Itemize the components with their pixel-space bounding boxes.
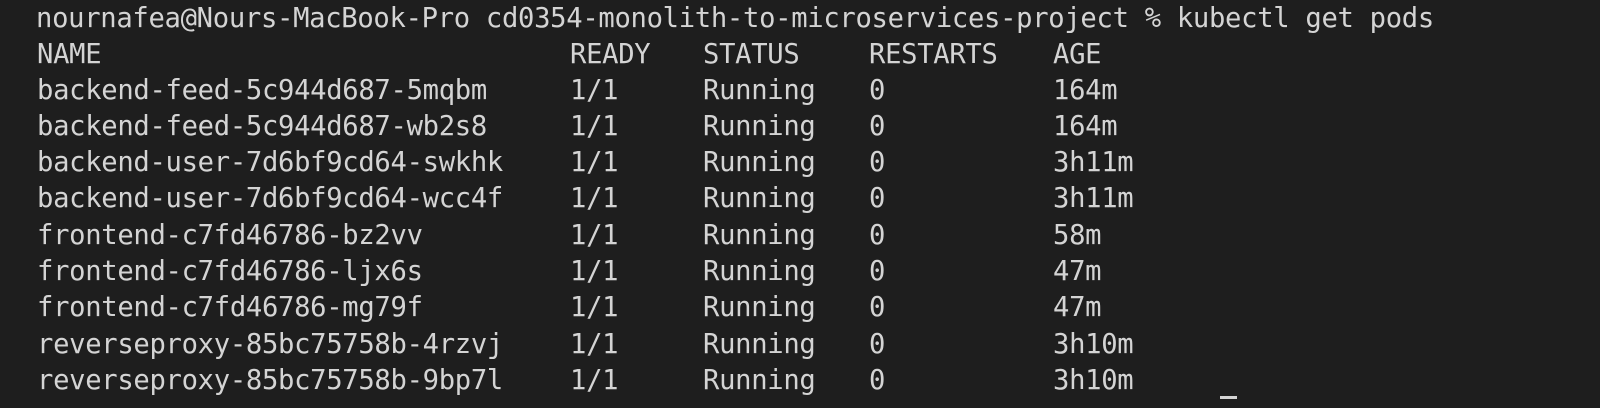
- command-prompt-line: nournafea@Nours-MacBook-Pro cd0354-monol…: [36, 3, 1434, 34]
- pod-restarts: 0: [869, 365, 886, 396]
- pod-restarts: 0: [869, 183, 886, 214]
- header-ready: READY: [570, 39, 651, 70]
- pod-name: frontend-c7fd46786-mg79f: [37, 292, 423, 323]
- pod-restarts: 0: [869, 75, 886, 106]
- pod-status: Running: [703, 111, 816, 142]
- table-row: backend-user-7d6bf9cd64-wcc4f 1/1 Runnin…: [0, 181, 1600, 217]
- pod-status: Running: [703, 292, 816, 323]
- pod-age: 58m: [1053, 220, 1102, 251]
- table-row: frontend-c7fd46786-mg79f 1/1 Running 0 4…: [0, 290, 1600, 326]
- pod-name: backend-feed-5c944d687-wb2s8: [37, 111, 487, 142]
- pod-name: reverseproxy-85bc75758b-9bp7l: [37, 365, 503, 396]
- pod-status: Running: [703, 256, 816, 287]
- pod-ready: 1/1: [570, 147, 619, 178]
- pod-name: backend-user-7d6bf9cd64-wcc4f: [37, 183, 503, 214]
- pod-status: Running: [703, 75, 816, 106]
- table-row: backend-feed-5c944d687-wb2s8 1/1 Running…: [0, 109, 1600, 145]
- pod-name: reverseproxy-85bc75758b-4rzvj: [37, 329, 503, 360]
- table-row: reverseproxy-85bc75758b-9bp7l 1/1 Runnin…: [0, 363, 1600, 399]
- table-header-row: NAME READY STATUS RESTARTS AGE: [0, 37, 1600, 73]
- header-name: NAME: [37, 39, 102, 70]
- pod-name: backend-user-7d6bf9cd64-swkhk: [37, 147, 503, 178]
- table-row: backend-user-7d6bf9cd64-swkhk 1/1 Runnin…: [0, 145, 1600, 181]
- terminal-window[interactable]: nournafea@Nours-MacBook-Pro cd0354-monol…: [0, 0, 1600, 408]
- pod-restarts: 0: [869, 111, 886, 142]
- pod-age: 3h10m: [1053, 365, 1134, 396]
- pod-restarts: 0: [869, 292, 886, 323]
- pod-ready: 1/1: [570, 183, 619, 214]
- pod-restarts: 0: [869, 329, 886, 360]
- table-row: frontend-c7fd46786-bz2vv 1/1 Running 0 5…: [0, 218, 1600, 254]
- pod-age: 164m: [1053, 111, 1118, 142]
- pod-age: 3h10m: [1053, 329, 1134, 360]
- pod-ready: 1/1: [570, 256, 619, 287]
- pod-restarts: 0: [869, 220, 886, 251]
- pod-age: 3h11m: [1053, 147, 1134, 178]
- pod-ready: 1/1: [570, 75, 619, 106]
- pod-status: Running: [703, 147, 816, 178]
- pod-name: frontend-c7fd46786-ljx6s: [37, 256, 423, 287]
- text-cursor: [1220, 396, 1237, 399]
- pod-status: Running: [703, 183, 816, 214]
- pod-ready: 1/1: [570, 365, 619, 396]
- pod-ready: 1/1: [570, 111, 619, 142]
- pod-restarts: 0: [869, 256, 886, 287]
- header-status: STATUS: [703, 39, 800, 70]
- pod-ready: 1/1: [570, 329, 619, 360]
- table-row: frontend-c7fd46786-ljx6s 1/1 Running 0 4…: [0, 254, 1600, 290]
- pod-status: Running: [703, 365, 816, 396]
- header-restarts: RESTARTS: [869, 39, 998, 70]
- pod-age: 47m: [1053, 256, 1102, 287]
- table-row: reverseproxy-85bc75758b-4rzvj 1/1 Runnin…: [0, 327, 1600, 363]
- pod-status: Running: [703, 220, 816, 251]
- header-age: AGE: [1053, 39, 1102, 70]
- pod-age: 3h11m: [1053, 183, 1134, 214]
- pod-name: frontend-c7fd46786-bz2vv: [37, 220, 423, 251]
- pod-restarts: 0: [869, 147, 886, 178]
- pod-ready: 1/1: [570, 292, 619, 323]
- pod-age: 47m: [1053, 292, 1102, 323]
- pod-status: Running: [703, 329, 816, 360]
- table-row: backend-feed-5c944d687-5mqbm 1/1 Running…: [0, 73, 1600, 109]
- pod-age: 164m: [1053, 75, 1118, 106]
- pod-ready: 1/1: [570, 220, 619, 251]
- pod-name: backend-feed-5c944d687-5mqbm: [37, 75, 487, 106]
